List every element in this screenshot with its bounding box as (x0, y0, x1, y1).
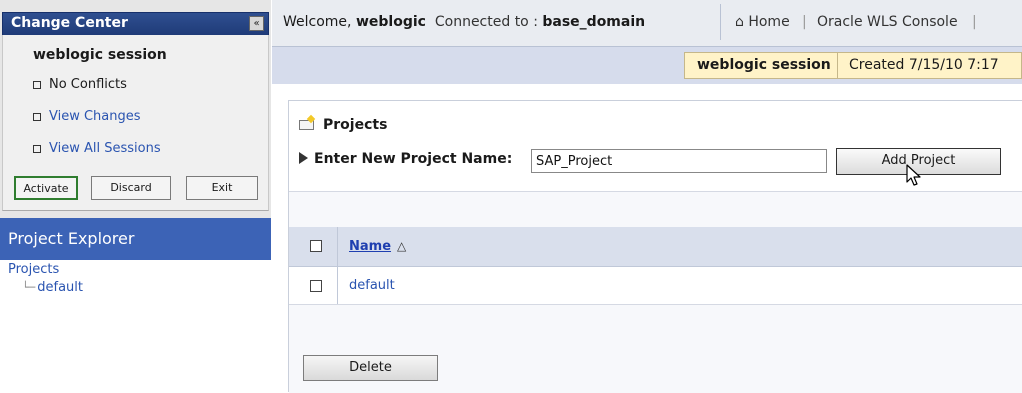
column-divider (337, 267, 338, 304)
project-explorer-title: Project Explorer (8, 229, 135, 248)
separator: | (972, 14, 977, 30)
discard-button[interactable]: Discard (91, 176, 171, 200)
new-project-label: Enter New Project Name: (299, 151, 512, 167)
change-center-body: weblogic session No Conflicts View Chang… (2, 35, 269, 211)
domain-name: base_domain (542, 14, 646, 30)
exit-button[interactable]: Exit (186, 176, 258, 200)
welcome-prefix: Welcome, (283, 14, 352, 30)
session-strip: weblogic session Created 7/15/10 7:17 (684, 52, 1022, 79)
sort-ascending-icon[interactable]: △ (397, 239, 406, 253)
table-toolbar-bottom: Delete (289, 305, 1022, 393)
console-link[interactable]: Oracle WLS Console | (817, 14, 977, 30)
session-title: weblogic session (33, 47, 167, 63)
session-name: weblogic session (697, 57, 831, 73)
project-explorer-tree: Projects └─ default (0, 260, 271, 392)
tree-node-default-label[interactable]: default (37, 280, 83, 295)
collapse-icon[interactable]: « (249, 16, 264, 31)
mouse-cursor-icon (906, 164, 921, 186)
view-changes-link[interactable]: View Changes (33, 109, 141, 124)
status-text: No Conflicts (49, 77, 127, 92)
session-created: Created 7/15/10 7:17 (849, 57, 999, 73)
view-changes-label[interactable]: View Changes (49, 109, 141, 124)
table-row: default (289, 267, 1022, 305)
session-bar: weblogic session Created 7/15/10 7:17 (272, 47, 1022, 84)
folder-new-icon (299, 118, 315, 130)
left-panel: Change Center « weblogic session No Conf… (0, 0, 271, 392)
tree-node-projects[interactable]: Projects (8, 262, 59, 277)
welcome-message: Welcome, weblogic Connected to : base_do… (283, 14, 645, 30)
delete-button[interactable]: Delete (303, 355, 438, 381)
tree-node-default[interactable]: └─ default (22, 280, 83, 295)
expand-arrow-icon[interactable] (299, 152, 308, 164)
table-header-row: Name △ (289, 227, 1022, 267)
change-center-header: Change Center « (2, 2, 269, 37)
home-icon: ⌂ (735, 14, 744, 30)
projects-title: Projects (323, 117, 388, 133)
change-center-title: Change Center (11, 15, 128, 31)
project-link-default[interactable]: default (349, 278, 395, 293)
console-label[interactable]: Oracle WLS Console (817, 14, 958, 30)
project-explorer-header: Project Explorer (0, 218, 271, 260)
status-no-conflicts: No Conflicts (33, 77, 127, 92)
activate-button[interactable]: Activate (14, 176, 78, 200)
projects-heading: Projects (299, 117, 387, 133)
view-all-sessions-label[interactable]: View All Sessions (49, 141, 161, 156)
tree-connector-icon: └─ (22, 281, 36, 294)
row-checkbox[interactable] (310, 280, 322, 292)
change-center-buttons: Activate Discard Exit (11, 176, 261, 202)
bullet-icon (33, 144, 41, 153)
table-toolbar-top (289, 191, 1022, 229)
top-bar: Welcome, weblogic Connected to : base_do… (272, 0, 1022, 47)
column-divider (337, 227, 338, 266)
top-divider (720, 4, 721, 40)
separator: | (802, 14, 807, 30)
column-header-name[interactable]: Name (349, 239, 391, 254)
bullet-icon (33, 112, 41, 121)
user-name: weblogic (355, 14, 426, 30)
home-label[interactable]: Home (748, 14, 789, 30)
select-all-checkbox[interactable] (310, 240, 322, 252)
home-link[interactable]: ⌂ Home (735, 14, 790, 30)
project-name-input[interactable] (531, 149, 827, 173)
session-divider (837, 53, 838, 78)
projects-panel: Projects Enter New Project Name: Add Pro… (288, 100, 1022, 393)
connected-prefix: Connected to : (434, 14, 538, 30)
view-all-sessions-link[interactable]: View All Sessions (33, 141, 161, 156)
change-center-title-bar: Change Center « (2, 12, 269, 36)
new-project-label-text: Enter New Project Name: (314, 151, 513, 167)
bullet-icon (33, 80, 41, 89)
